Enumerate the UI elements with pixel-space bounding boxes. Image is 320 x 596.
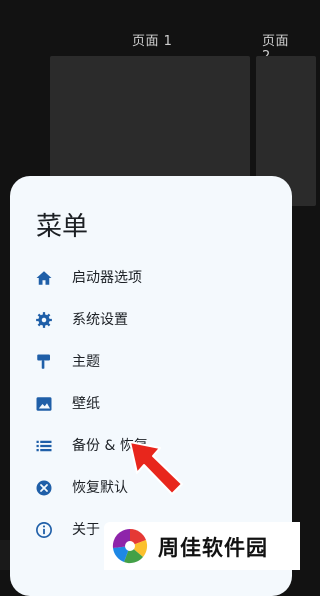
menu-title: 菜单 <box>36 212 89 242</box>
menu-item-system-settings[interactable]: 系统设置 <box>10 300 292 340</box>
menu-item-label: 系统设置 <box>72 312 128 328</box>
close-circle-icon <box>34 478 54 498</box>
menu-item-label: 启动器选项 <box>72 270 142 286</box>
home-pages-preview: 页面 1 页面 2 <box>0 0 316 206</box>
paint-roller-icon <box>34 352 54 372</box>
menu-item-label: 恢复默认 <box>72 480 128 496</box>
watermark-logo-icon <box>112 528 148 564</box>
menu-item-label: 关于 <box>72 522 100 538</box>
info-icon <box>34 520 54 540</box>
menu-item-label: 壁纸 <box>72 396 100 412</box>
menu-item-wallpaper[interactable]: 壁纸 <box>10 384 292 424</box>
red-pointer-arrow <box>129 441 183 495</box>
image-icon <box>34 394 54 414</box>
home-icon <box>34 268 54 288</box>
menu-item-launcher-options[interactable]: 启动器选项 <box>10 258 292 298</box>
list-icon <box>34 436 54 456</box>
background-strip <box>0 540 10 570</box>
watermark-text: 周佳软件园 <box>158 536 268 560</box>
gear-icon <box>34 310 54 330</box>
menu-item-label: 主题 <box>72 354 100 370</box>
watermark: 周佳软件园 <box>104 522 300 570</box>
page-1-label: 页面 1 <box>132 34 173 49</box>
menu-item-theme[interactable]: 主题 <box>10 342 292 382</box>
